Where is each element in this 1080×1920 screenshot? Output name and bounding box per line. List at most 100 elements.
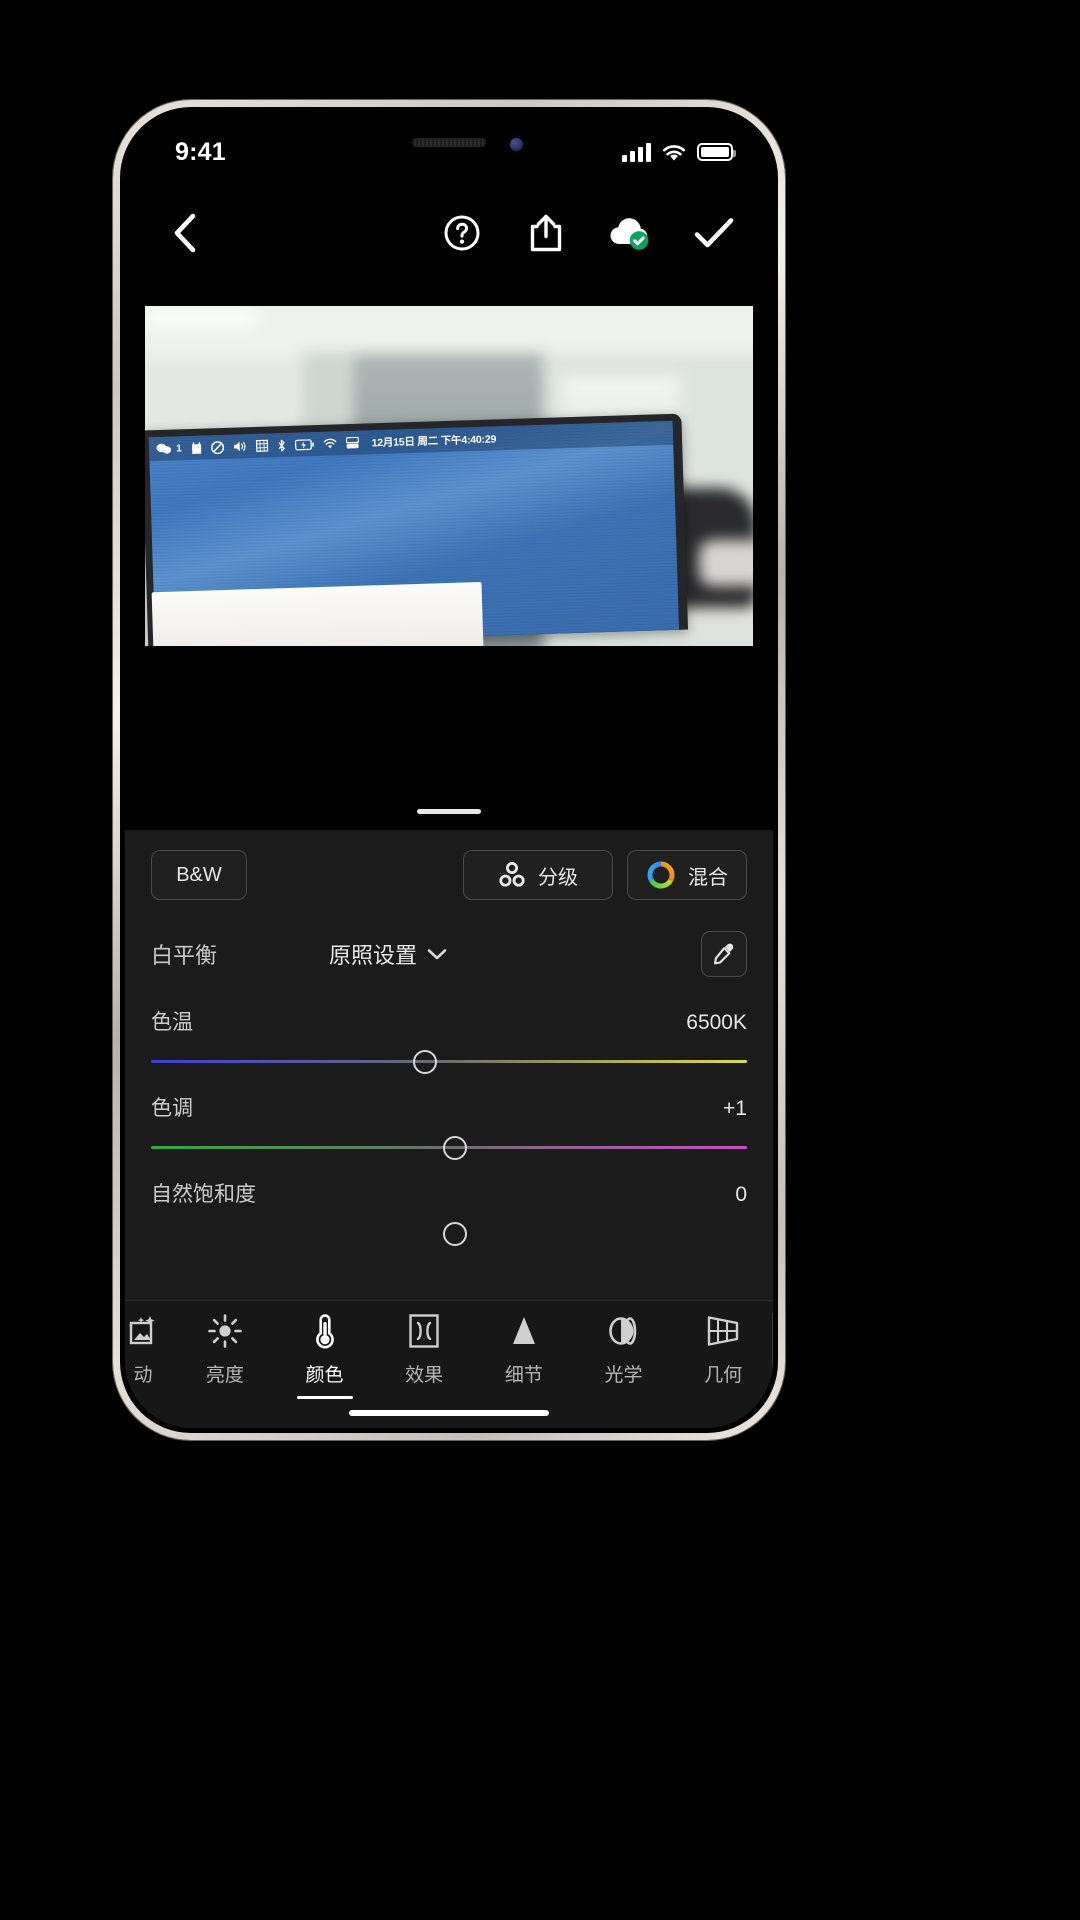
wechat-badge: 1 [175, 442, 182, 454]
display-icon [210, 440, 224, 454]
cloud-synced-icon [610, 218, 649, 250]
slider-tint-value: +1 [723, 1097, 747, 1120]
tab-bar-scroll-edge [772, 1313, 773, 1404]
edited-photo[interactable]: 1 12月15日 周二 下午4:40:29 [145, 306, 753, 646]
volume-icon [232, 440, 246, 452]
tab-geometry[interactable]: 几何 [673, 1311, 773, 1387]
slider-vibrance-value: 0 [735, 1183, 747, 1206]
phone-screen: 9:41 1 12月15日 周二 下午4:40:29 B&W 分级 混合 白平衡… [125, 112, 773, 1428]
tab-active-underline [296, 1396, 353, 1399]
front-camera-icon [506, 134, 527, 155]
tab-bar: 动 亮度 颜色 效果 细节 光学 几何 [125, 1300, 773, 1428]
edit-panel-content: B&W 分级 混合 白平衡 原照设置 色温 6500K 色调 +1 自然饱和度 … [125, 830, 773, 1246]
notch [331, 112, 567, 176]
bw-button[interactable]: B&W [151, 850, 247, 900]
slider-temperature-track[interactable] [151, 1050, 747, 1074]
color-wheel-icon [646, 860, 676, 890]
eyedropper-button[interactable] [701, 931, 747, 977]
done-button[interactable] [689, 208, 739, 258]
slider-vibrance-knob[interactable] [442, 1222, 467, 1246]
slider-vibrance-header: 自然饱和度 0 [151, 1168, 747, 1222]
help-button[interactable] [437, 208, 487, 258]
grading-button[interactable]: 分级 [463, 850, 613, 900]
bw-label: B&W [176, 863, 222, 886]
status-time: 9:41 [175, 137, 226, 166]
slider-temperature-header: 色温 6500K [151, 996, 747, 1050]
tab-effects[interactable]: 效果 [374, 1311, 474, 1387]
phone-frame: 9:41 1 12月15日 周二 下午4:40:29 B&W 分级 混合 白平衡… [113, 100, 785, 1440]
tab-auto[interactable]: 动 [125, 1311, 175, 1387]
back-button[interactable] [159, 207, 211, 259]
perspective-grid-icon [704, 1311, 742, 1351]
tab-color[interactable]: 颜色 [275, 1311, 375, 1399]
cat-icon [190, 441, 201, 454]
mac-menubar: 1 12月15日 周二 下午4:40:29 [148, 420, 674, 462]
white-balance-value: 原照设置 [329, 943, 418, 968]
battery-icon [697, 143, 736, 161]
slider-temperature-value: 6500K [686, 1011, 747, 1034]
navigation-bar [125, 190, 773, 276]
chevron-down-icon [427, 948, 447, 959]
chip-row: B&W 分级 混合 [151, 850, 747, 900]
slider-tint-knob[interactable] [442, 1136, 467, 1160]
magic-wand-photo-icon [126, 1311, 160, 1351]
tab-optics-label: 光学 [604, 1365, 643, 1386]
slider-tint-header: 色调 +1 [151, 1082, 747, 1136]
triangle-icon [508, 1311, 540, 1351]
laptop-in-photo: 1 12月15日 周二 下午4:40:29 [145, 413, 689, 646]
tab-auto-label: 动 [133, 1365, 153, 1386]
white-balance-label: 白平衡 [151, 943, 218, 968]
mixing-button[interactable]: 混合 [627, 850, 747, 900]
cloud-sync-button[interactable] [605, 208, 655, 258]
tab-optics[interactable]: 光学 [574, 1311, 674, 1387]
share-upload-icon [530, 214, 562, 252]
photo-preview-area[interactable]: 1 12月15日 周二 下午4:40:29 [125, 290, 773, 646]
slider-vibrance-label: 自然饱和度 [151, 1183, 256, 1206]
three-circles-icon [498, 861, 526, 889]
panel-drag-handle[interactable] [417, 809, 481, 814]
thermometer-icon [308, 1311, 342, 1351]
tab-light[interactable]: 亮度 [175, 1311, 275, 1387]
mixing-label: 混合 [688, 866, 728, 889]
input-method-pinyin-icon [255, 439, 268, 452]
wifi-icon [661, 143, 687, 162]
white-balance-select[interactable]: 原照设置 [329, 938, 447, 970]
tab-detail-label: 细节 [504, 1365, 543, 1386]
slider-tint-label: 色调 [151, 1097, 193, 1120]
sun-icon [207, 1311, 243, 1351]
checkmark-icon [694, 218, 734, 248]
tab-color-label: 颜色 [305, 1365, 344, 1386]
control-center-icon [345, 436, 359, 449]
slider-temperature-label: 色温 [151, 1011, 193, 1034]
lens-icon [605, 1311, 643, 1351]
slider-vibrance[interactable]: 自然饱和度 0 [151, 1168, 747, 1246]
tab-detail[interactable]: 细节 [474, 1311, 574, 1387]
wifi-icon [322, 438, 336, 449]
chevron-left-icon [174, 213, 196, 253]
slider-vibrance-track[interactable] [151, 1222, 747, 1246]
share-button[interactable] [521, 208, 571, 258]
tab-light-label: 亮度 [205, 1365, 244, 1386]
slider-temperature-rail [151, 1060, 747, 1063]
earpiece-speaker [412, 138, 486, 147]
wechat-icon [156, 443, 172, 455]
tab-effects-label: 效果 [405, 1365, 444, 1386]
tab-geometry-label: 几何 [704, 1365, 743, 1386]
eyedropper-icon [713, 943, 734, 965]
question-circle-icon [444, 215, 480, 251]
white-balance-row: 白平衡 原照设置 [151, 926, 747, 982]
slider-temperature-knob[interactable] [413, 1050, 438, 1074]
nav-actions [437, 208, 739, 258]
battery-charging-icon [294, 438, 314, 451]
phone-bezel: 9:41 1 12月15日 周二 下午4:40:29 B&W 分级 混合 白平衡… [120, 107, 778, 1433]
bluetooth-icon [276, 439, 285, 452]
slider-temperature[interactable]: 色温 6500K [151, 996, 747, 1074]
slider-tint[interactable]: 色调 +1 [151, 1082, 747, 1160]
grading-label: 分级 [538, 866, 578, 889]
status-icons [622, 142, 736, 162]
slider-tint-track[interactable] [151, 1136, 747, 1160]
paper-in-photo [151, 581, 484, 646]
mac-clock: 12月15日 周二 下午4:40:29 [371, 432, 497, 449]
home-indicator[interactable] [349, 1410, 549, 1416]
vignette-frame-icon [407, 1311, 441, 1351]
